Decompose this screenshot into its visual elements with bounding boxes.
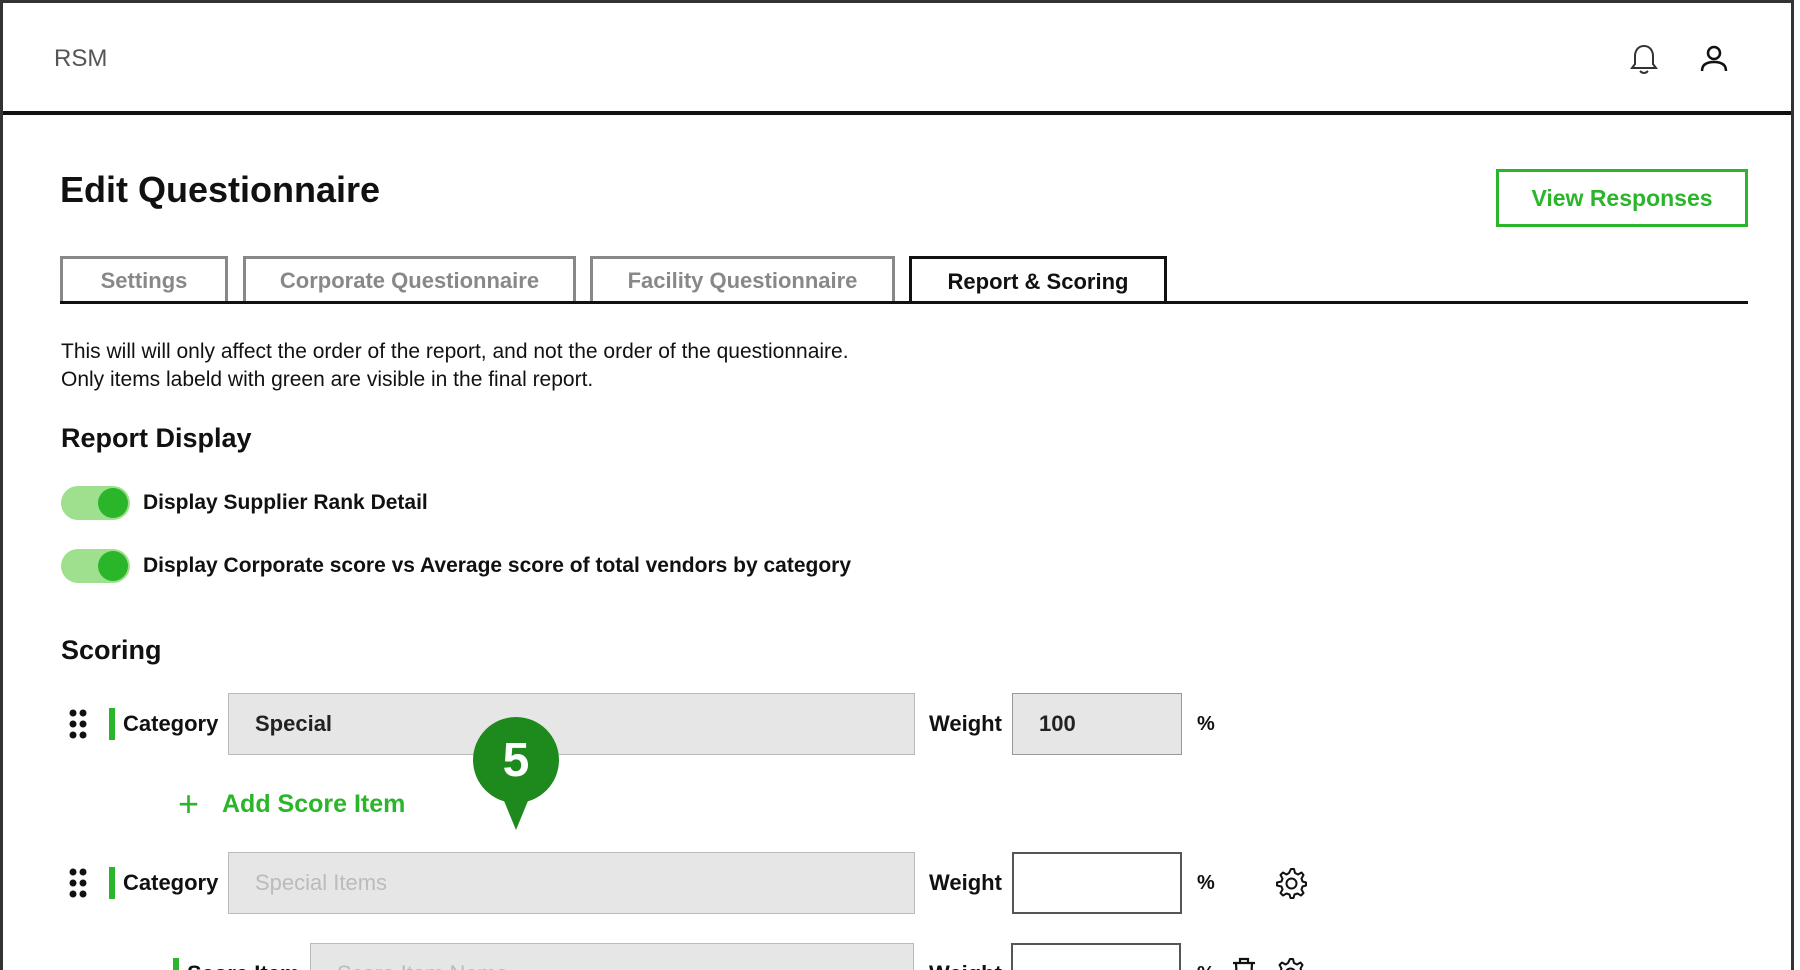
weight-label: Weight [929,961,1002,970]
toggle-corporate-vs-average[interactable] [61,549,130,583]
report-display-title: Report Display [61,423,252,453]
category-name-input[interactable]: Special Items [228,852,915,914]
weight-input[interactable]: 100 [1012,693,1182,755]
toggle-supplier-rank[interactable] [61,486,130,520]
plus-icon: + [178,783,200,824]
scoring-title: Scoring [61,635,162,665]
tab-corporate-questionnaire[interactable]: Corporate Questionnaire [243,256,576,303]
visible-indicator [109,708,115,740]
percent-unit: % [1197,963,1215,970]
gear-icon[interactable] [1274,866,1308,900]
page-title: Edit Questionnaire [60,169,381,210]
description: This will will only affect the order of … [61,338,849,394]
tabs-divider [60,301,1748,304]
toggle-knob [98,488,128,518]
category-label: Category [123,870,219,895]
toggle-knob [98,551,128,581]
view-responses-button[interactable]: View Responses [1496,169,1748,227]
add-score-item-label: Add Score Item [222,789,406,818]
weight-input[interactable] [1011,943,1181,970]
bell-icon[interactable] [1629,43,1659,77]
visible-indicator [173,958,179,970]
drag-handle-icon[interactable] [68,867,88,899]
trash-icon[interactable] [1229,956,1259,970]
top-bar: RSM [3,3,1791,115]
drag-handle-icon[interactable] [68,708,88,740]
step-number: 5 [502,734,530,787]
brand-logo[interactable]: RSM [54,45,107,73]
add-score-item-button[interactable]: + Add Score Item [178,786,405,822]
weight-label: Weight [929,870,1002,895]
gear-icon[interactable] [1273,956,1307,970]
score-item-label: Score Item [187,961,300,970]
category-name-input[interactable]: Special [228,693,915,755]
description-line-1: This will will only affect the order of … [61,340,849,363]
toggle-corporate-vs-average-label: Display Corporate score vs Average score… [143,554,852,577]
app-frame: RSM Edit Questionnaire View Responses Se… [0,0,1794,970]
tab-settings[interactable]: Settings [60,256,228,303]
toggle-supplier-rank-label: Display Supplier Rank Detail [143,491,428,514]
tab-facility-questionnaire[interactable]: Facility Questionnaire [590,256,895,303]
percent-unit: % [1197,713,1215,735]
description-line-2: Only items labeld with green are visible… [61,368,594,391]
percent-unit: % [1197,872,1215,894]
visible-indicator [109,867,115,899]
user-icon[interactable] [1699,43,1729,77]
category-label: Category [123,711,219,736]
tab-report-scoring[interactable]: Report & Scoring [909,256,1167,304]
weight-label: Weight [929,711,1002,736]
score-item-name-input[interactable]: Score Item Name [310,943,914,970]
weight-input[interactable] [1012,852,1182,914]
